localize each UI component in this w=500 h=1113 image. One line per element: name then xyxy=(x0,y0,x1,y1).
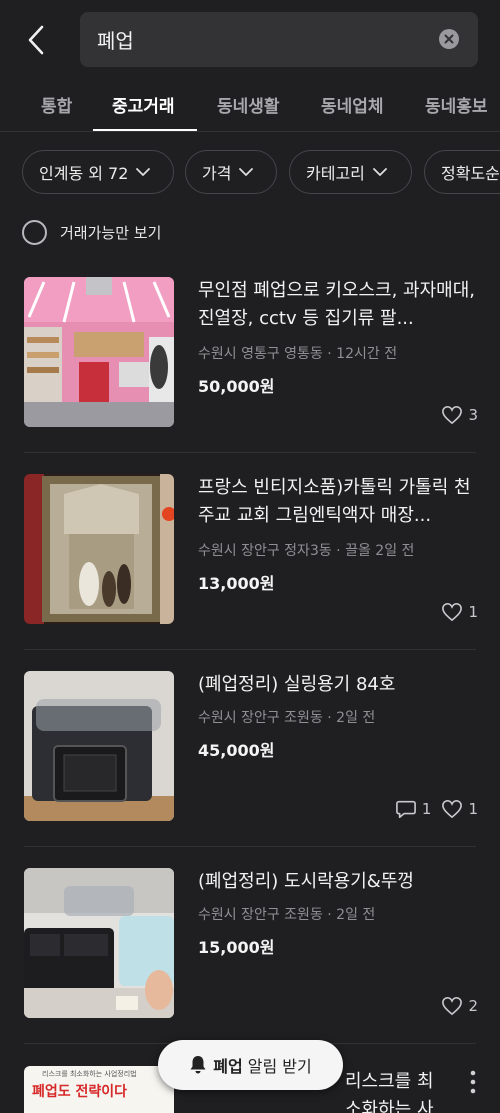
like-count-value: 1 xyxy=(468,603,478,621)
chevron-down-icon xyxy=(372,168,387,176)
listing-counts: 2 xyxy=(431,996,478,1016)
listing-title: 프랑스 빈티지소품)카톨릭 가톨릭 천주교 교회 그림엔틱액자 매장... xyxy=(198,477,471,526)
tab-local-promo[interactable]: 동네홍보 xyxy=(425,92,488,117)
listing-item[interactable]: (폐업정리) 도시락용기&뚜껑 수원시 장안구 조원동 · 2일 전 15,00… xyxy=(0,868,500,1018)
sort-filter[interactable]: 정확도순 xyxy=(424,150,500,194)
filter-bar: 인계동 외 72 가격 카테고리 정확도순 xyxy=(0,150,500,196)
search-input[interactable]: 폐업 xyxy=(80,12,478,67)
alert-keyword: 폐업 xyxy=(213,1057,243,1076)
location-filter[interactable]: 인계동 외 72 xyxy=(22,150,174,194)
listing-item[interactable]: 무인점 폐업으로 키오스크, 과자매대, 진열장, cctv 등 집기류 팔..… xyxy=(0,277,500,427)
listing-title: 리스크를 최소화하는 사업정리법 xyxy=(345,1071,434,1113)
chevron-down-icon xyxy=(239,168,254,176)
tab-all[interactable]: 통합 xyxy=(41,92,72,117)
listing-thumbnail xyxy=(24,868,174,1018)
like-count: 3 xyxy=(441,405,478,425)
listing-thumbnail: 리스크를 최소화하는 사업정리법 폐업도 전략이다 xyxy=(24,1066,174,1113)
listing-price: 45,000원 xyxy=(198,741,275,760)
heart-icon xyxy=(442,405,463,425)
listing-meta: 수원시 영통구 영통동 · 12시간 전 xyxy=(198,346,398,362)
comment-count: 1 xyxy=(395,799,432,819)
category-filter[interactable]: 카테고리 xyxy=(289,150,412,194)
listing-item[interactable]: (폐업정리) 실링용기 84호 수원시 장안구 조원동 · 2일 전 45,00… xyxy=(0,671,500,821)
available-only-label: 거래가능만 보기 xyxy=(60,223,162,242)
search-query: 폐업 xyxy=(97,29,134,53)
like-count: 1 xyxy=(441,602,478,622)
comment-count-value: 1 xyxy=(421,800,432,818)
list-divider xyxy=(24,649,476,650)
listing-counts: 1 xyxy=(431,602,478,622)
listing-thumbnail xyxy=(24,671,174,821)
listing-item[interactable]: 프랑스 빈티지소품)카톨릭 가톨릭 천주교 교회 그림엔틱액자 매장... 수원… xyxy=(0,474,500,624)
active-tab-indicator xyxy=(93,129,197,131)
price-filter[interactable]: 가격 xyxy=(185,150,277,194)
chevron-left-icon xyxy=(28,25,44,55)
like-count: 1 xyxy=(441,799,478,819)
heart-icon xyxy=(442,996,463,1016)
listing-meta: 수원시 장안구 조원동 · 2일 전 xyxy=(198,907,376,923)
alert-label: 알림 받기 xyxy=(247,1057,312,1076)
more-options-button[interactable] xyxy=(470,1070,476,1099)
back-button[interactable] xyxy=(22,22,52,58)
available-only-radio[interactable] xyxy=(22,219,47,245)
chat-bubble-icon xyxy=(395,800,416,818)
clear-search-button[interactable] xyxy=(439,29,459,49)
category-tabs: 통합 중고거래 동네생활 동네업체 동네홍보 xyxy=(0,82,500,132)
book-title: 폐업도 전략이다 xyxy=(32,1084,128,1100)
listing-price: 13,000원 xyxy=(198,574,275,593)
listing-meta: 수원시 장안구 조원동 · 2일 전 xyxy=(198,710,376,726)
more-vertical-icon xyxy=(470,1070,476,1094)
listing-thumbnail xyxy=(24,277,174,427)
tab-used-trade[interactable]: 중고거래 xyxy=(112,92,175,117)
tab-local-business[interactable]: 동네업체 xyxy=(321,92,384,117)
like-count-value: 2 xyxy=(468,997,478,1015)
listing-price: 15,000원 xyxy=(198,938,275,957)
like-count-value: 1 xyxy=(468,800,478,818)
listing-title: (폐업정리) 실링용기 84호 xyxy=(198,674,396,695)
book-subtitle: 리스크를 최소화하는 사업정리법 xyxy=(42,1070,137,1078)
listing-meta: 수원시 장안구 정자3동 · 끌올 2일 전 xyxy=(198,543,415,559)
heart-icon xyxy=(442,799,463,819)
like-count-value: 3 xyxy=(468,406,478,424)
location-filter-label: 인계동 외 72 xyxy=(39,164,129,183)
chevron-down-icon xyxy=(136,168,151,176)
header: 폐업 xyxy=(0,0,500,80)
listing-price: 50,000원 xyxy=(198,377,275,396)
listing-title: 무인점 폐업으로 키오스크, 과자매대, 진열장, cctv 등 집기류 팔..… xyxy=(198,280,476,329)
heart-icon xyxy=(442,602,463,622)
close-icon xyxy=(444,34,454,44)
like-count: 2 xyxy=(441,996,478,1016)
category-filter-label: 카테고리 xyxy=(306,164,365,183)
available-only-toggle[interactable]: 거래가능만 보기 xyxy=(22,219,161,245)
keyword-alert-button[interactable]: 폐업 알림 받기 xyxy=(158,1040,343,1090)
price-filter-label: 가격 xyxy=(202,164,232,183)
listing-counts: 3 xyxy=(431,405,478,425)
list-divider xyxy=(24,452,476,453)
list-divider xyxy=(24,846,476,847)
listing-thumbnail xyxy=(24,474,174,624)
listing-counts: 1 1 xyxy=(385,799,478,819)
bell-icon xyxy=(190,1056,206,1074)
listing-title: (폐업정리) 도시락용기&뚜껑 xyxy=(198,871,414,892)
sort-filter-label: 정확도순 xyxy=(441,164,500,183)
tab-neighborhood-life[interactable]: 동네생활 xyxy=(217,92,280,117)
